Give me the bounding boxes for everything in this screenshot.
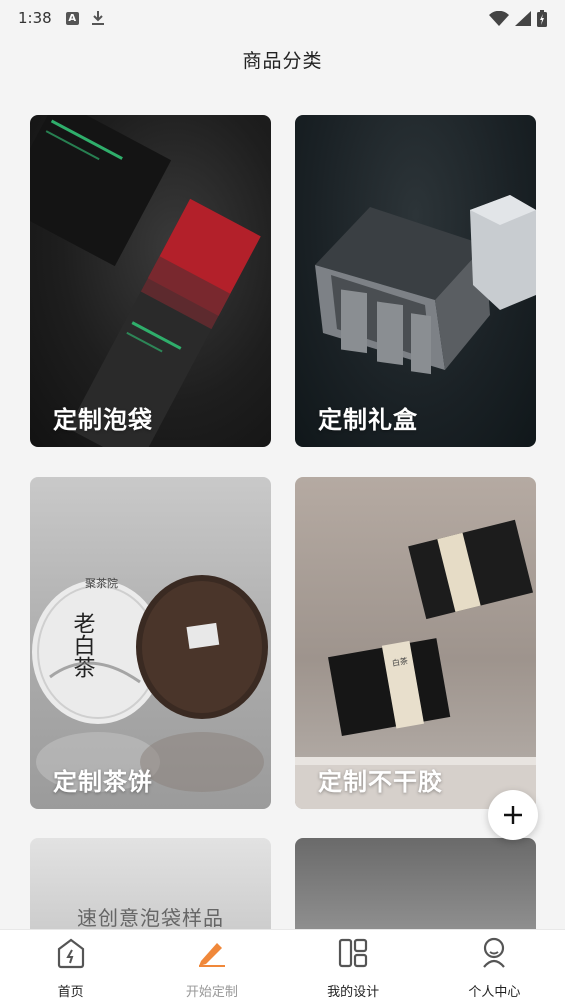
plus-icon (504, 806, 522, 824)
nav-label: 个人中心 (468, 985, 521, 1000)
brand-mark: 聚茶院 (85, 576, 118, 590)
a-notification-icon: A (65, 11, 79, 25)
card-overlay-text: 速创意泡袋样品 (77, 906, 224, 930)
status-time: 1:38 (18, 9, 52, 27)
battery-icon (537, 9, 547, 27)
tea-bag-packaging-photo (30, 115, 261, 447)
nav-item-my-designs[interactable]: 我的设计 (283, 930, 424, 1004)
tea-cake-photo: 聚茶院 老白茶 (32, 575, 268, 792)
gift-box-photo (315, 195, 536, 375)
header: 商品分类 (0, 36, 565, 82)
nav-item-home[interactable]: 首页 (0, 930, 141, 1004)
card-label: 定制不干胶 (318, 768, 443, 796)
card-label: 定制泡袋 (53, 406, 153, 434)
page-title: 商品分类 (242, 49, 323, 72)
nav-item-start-custom[interactable]: 开始定制 (141, 930, 282, 1004)
nav-label: 开始定制 (185, 985, 238, 1000)
home-icon (54, 936, 88, 970)
status-bar: 1:38 A (0, 0, 565, 36)
nav-label: 首页 (57, 985, 84, 1000)
layout-icon (336, 936, 370, 970)
card-label: 定制礼盒 (318, 406, 418, 434)
pencil-icon (195, 936, 229, 970)
person-icon (477, 936, 511, 970)
category-card-tea-bag[interactable]: 定制泡袋 (30, 115, 271, 447)
category-card-sticker[interactable]: 白茶 定制不干胶 (295, 477, 536, 809)
sticker-packaging-photo: 白茶 (295, 519, 536, 809)
category-card-gift-box[interactable]: 定制礼盒 (295, 115, 536, 447)
category-card-tea-cake[interactable]: 聚茶院 老白茶 定制茶饼 (30, 477, 271, 809)
add-button[interactable] (488, 790, 538, 840)
wifi-icon (489, 10, 509, 26)
download-icon (91, 11, 104, 25)
card-label: 定制茶饼 (53, 768, 153, 796)
tea-cake-name: 老白茶 (70, 612, 96, 678)
signal-icon (515, 10, 531, 26)
nav-item-profile[interactable]: 个人中心 (424, 930, 565, 1004)
nav-label: 我的设计 (327, 985, 380, 1000)
bottom-nav: 首页 开始定制 我的设计 个人中心 (0, 929, 565, 1004)
